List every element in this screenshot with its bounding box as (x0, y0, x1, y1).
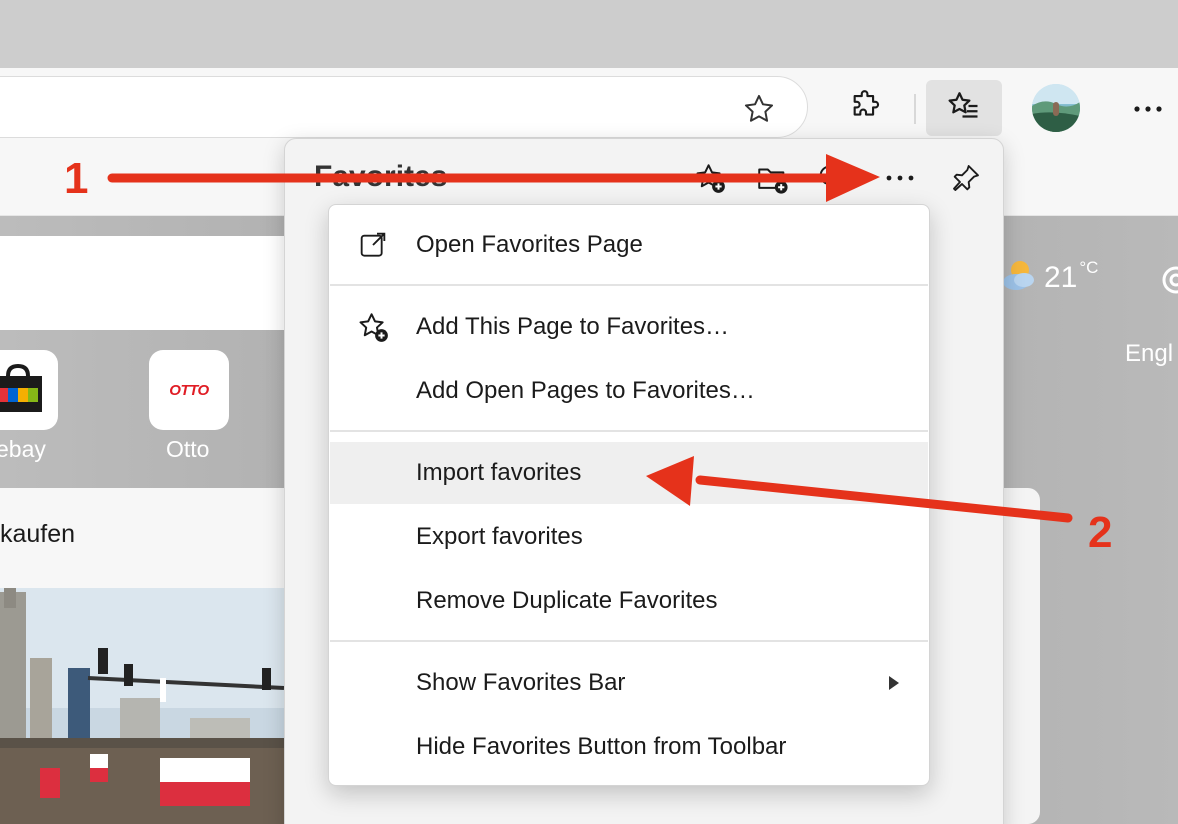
menu-item-label: Hide Favorites Button from Toolbar (416, 733, 787, 760)
menu-item-export-favorites[interactable]: Export favorites (330, 506, 928, 568)
menu-item-hide-favorites-button[interactable]: Hide Favorites Button from Toolbar (330, 716, 928, 778)
weather-temperature: 21 (1044, 260, 1078, 294)
tile-label-otto: Otto (166, 436, 210, 462)
menu-item-remove-duplicates[interactable]: Remove Duplicate Favorites (330, 570, 928, 632)
weather-unit: °C (1079, 257, 1099, 277)
gear-icon[interactable] (1158, 262, 1178, 298)
menu-item-add-this-page[interactable]: Add This Page to Favorites… (330, 296, 928, 358)
menu-item-import-favorites[interactable]: Import favorites (330, 442, 928, 504)
menu-item-label: Import favorites (416, 459, 582, 486)
star-list-icon (946, 88, 982, 129)
menu-item-label: Remove Duplicate Favorites (416, 587, 718, 614)
news-headline[interactable]: kaufen (0, 520, 75, 549)
flyout-title: Favorites (314, 160, 448, 193)
add-favorite-icon[interactable] (690, 158, 730, 198)
menu-item-label: Add This Page to Favorites… (416, 313, 730, 340)
otto-logo-text: OTTO (169, 381, 209, 399)
add-folder-icon[interactable] (752, 158, 792, 198)
shopping-bag-icon[interactable] (0, 350, 58, 430)
menu-separator (330, 284, 928, 286)
star-outline-icon[interactable] (740, 90, 778, 128)
annotation-step-2: 2 (1088, 508, 1113, 557)
extensions-button[interactable] (828, 80, 904, 136)
news-photo[interactable] (0, 588, 284, 824)
language-label[interactable]: Engl (1125, 340, 1173, 368)
menu-item-label: Add Open Pages to Favorites… (416, 377, 755, 404)
ellipsis-icon[interactable] (880, 158, 920, 198)
partly-cloudy-icon (1000, 256, 1038, 299)
open-external-icon (356, 228, 390, 262)
chevron-right-icon (886, 673, 902, 693)
star-add-icon (356, 310, 390, 344)
toolbar-divider (914, 94, 916, 124)
otto-logo[interactable]: OTTO (149, 350, 229, 430)
menu-item-add-open-pages[interactable]: Add Open Pages to Favorites… (330, 360, 928, 422)
search-box[interactable] (0, 236, 284, 330)
window-titlebar (0, 0, 1178, 68)
pin-icon[interactable] (946, 158, 986, 198)
menu-item-open-favorites-page[interactable]: Open Favorites Page (330, 214, 928, 276)
menu-item-show-favorites-bar[interactable]: Show Favorites Bar (330, 652, 928, 714)
avatar[interactable] (1032, 84, 1080, 132)
menu-item-label: Open Favorites Page (416, 231, 643, 258)
menu-item-label: Show Favorites Bar (416, 669, 626, 696)
tile-label-ebay: ebay (0, 436, 46, 462)
search-icon[interactable] (812, 158, 852, 198)
menu-item-label: Export favorites (416, 523, 583, 550)
menu-separator (330, 430, 928, 432)
favorites-button[interactable] (926, 80, 1002, 136)
annotation-step-1: 1 (64, 154, 89, 203)
weather-widget[interactable]: 21 °C (1000, 256, 1098, 299)
menu-separator (330, 640, 928, 642)
address-bar[interactable] (0, 76, 808, 138)
ellipsis-icon[interactable] (1128, 94, 1168, 124)
puzzle-icon (849, 89, 883, 128)
